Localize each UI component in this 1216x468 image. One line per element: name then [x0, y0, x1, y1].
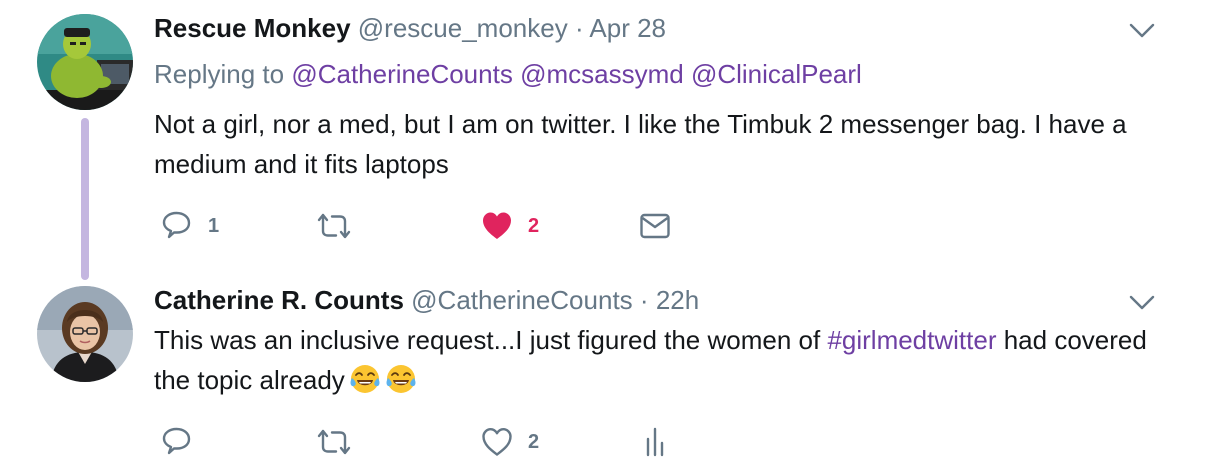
analytics-icon — [646, 427, 664, 457]
reply-button[interactable] — [160, 424, 194, 460]
avatar[interactable] — [37, 14, 133, 110]
heart-outline-icon — [482, 428, 512, 456]
like-button[interactable]: 2 — [480, 424, 539, 460]
separator-dot: · — [574, 13, 584, 43]
tweet-text: This was an inclusive request...I just f… — [154, 320, 1154, 400]
retweet-button[interactable] — [314, 424, 354, 460]
tweet-timestamp[interactable]: 22h — [656, 285, 699, 315]
avatar[interactable] — [37, 286, 133, 382]
retweet-icon — [317, 213, 351, 239]
chevron-down-icon[interactable] — [1128, 16, 1156, 44]
reply-button[interactable]: 1 — [160, 208, 219, 244]
mention-link[interactable]: @mcsassymd — [520, 59, 684, 89]
retweet-button[interactable] — [314, 208, 354, 244]
tweet-timestamp[interactable]: Apr 28 — [589, 13, 666, 43]
tweet-actions: 1 2 — [154, 208, 714, 244]
hashtag-link[interactable]: #girlmedtwitter — [827, 325, 996, 355]
mention-link[interactable]: @ClinicalPearl — [691, 59, 862, 89]
tweet-header: Rescue Monkey @rescue_monkey · Apr 28 — [154, 12, 666, 44]
author-name[interactable]: Rescue Monkey — [154, 13, 351, 43]
tweet-catherine-counts[interactable]: Catherine R. Counts @CatherineCounts · 2… — [0, 272, 1216, 468]
like-count: 2 — [528, 214, 540, 237]
tweet-actions: 2 — [154, 424, 714, 460]
analytics-button[interactable] — [644, 424, 668, 460]
reply-icon — [162, 427, 191, 455]
like-button[interactable]: 2 — [480, 208, 539, 244]
tweet-text-part: This was an inclusive request...I just f… — [154, 325, 828, 355]
envelope-icon — [640, 213, 670, 239]
chevron-down-icon[interactable] — [1128, 288, 1156, 316]
replying-to-line: Replying to @CatherineCounts @mcsassymd … — [154, 58, 862, 90]
tears-of-joy-emoji — [386, 365, 416, 393]
thread-line — [81, 118, 89, 280]
tweet-rescue-monkey[interactable]: Rescue Monkey @rescue_monkey · Apr 28 Re… — [0, 0, 1216, 280]
reply-icon — [162, 211, 191, 239]
heart-filled-icon — [483, 212, 511, 239]
like-count: 2 — [528, 430, 540, 453]
separator-dot: · — [639, 285, 649, 315]
author-name[interactable]: Catherine R. Counts — [154, 285, 404, 315]
replying-to-label: Replying to — [154, 59, 285, 89]
tweet-text: Not a girl, nor a med, but I am on twitt… — [154, 109, 1127, 179]
reply-count: 1 — [208, 214, 220, 237]
tweet-header: Catherine R. Counts @CatherineCounts · 2… — [154, 284, 699, 316]
author-handle[interactable]: @rescue_monkey — [358, 13, 568, 43]
tears-of-joy-emoji — [350, 365, 380, 393]
author-handle[interactable]: @CatherineCounts — [411, 285, 633, 315]
retweet-icon — [317, 429, 351, 455]
direct-message-button[interactable] — [638, 208, 672, 244]
mention-link[interactable]: @CatherineCounts — [291, 59, 513, 89]
